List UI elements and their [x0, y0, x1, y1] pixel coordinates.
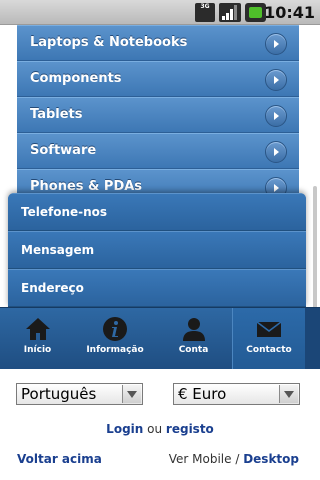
desktop-link[interactable]: Desktop [243, 452, 299, 466]
contact-item-phone[interactable]: Telefone-nos [8, 193, 306, 231]
mail-icon [256, 321, 282, 337]
category-item-software[interactable]: Software [17, 133, 299, 169]
view-mobile-text: Ver Mobile / [168, 452, 240, 466]
home-icon [25, 318, 50, 340]
chevron-down-icon [122, 385, 141, 403]
footer-links: Voltar acima Ver Mobile / Desktop [0, 452, 320, 468]
chevron-down-icon [279, 385, 298, 403]
chevron-right-icon [265, 33, 287, 55]
tab-bar-edge [305, 308, 320, 369]
clock: 10:41 [264, 3, 315, 22]
tab-label: Informação [86, 345, 144, 355]
tab-account[interactable]: Conta [155, 308, 232, 369]
back-to-top-link[interactable]: Voltar acima [17, 452, 102, 466]
category-label: Software [30, 143, 97, 158]
register-link[interactable]: registo [166, 422, 214, 436]
login-register-line: Login ou registo [0, 422, 320, 436]
language-select[interactable]: Português [16, 383, 143, 405]
login-link[interactable]: Login [106, 422, 143, 436]
tab-label: Contacto [246, 345, 292, 355]
network-3g-icon: 3G [195, 3, 215, 22]
tab-info[interactable]: Informação [75, 308, 155, 369]
currency-select-value: € Euro [178, 385, 227, 403]
user-icon [182, 318, 205, 341]
tab-label: Início [23, 345, 52, 355]
category-item-tablets[interactable]: Tablets [17, 97, 299, 133]
category-label: Tablets [30, 107, 83, 122]
tab-label: Conta [178, 345, 209, 355]
chevron-right-icon [265, 69, 287, 91]
category-label: Phones & PDAs [30, 179, 143, 194]
or-text: ou [147, 422, 163, 436]
category-item-components[interactable]: Components [17, 61, 299, 97]
view-mode-switch: Ver Mobile / Desktop [169, 452, 299, 466]
info-icon [103, 317, 127, 341]
contact-item-address[interactable]: Endereço [8, 269, 306, 307]
footer-selects: Português € Euro [0, 383, 320, 407]
contact-menu: Telefone-nos Mensagem Endereço [8, 193, 306, 307]
status-bar: 3G 10:41 [0, 0, 320, 25]
language-select-value: Português [21, 385, 97, 403]
tab-contact[interactable]: Contacto [232, 308, 305, 369]
category-item-laptops[interactable]: Laptops & Notebooks [17, 25, 299, 61]
bottom-tab-bar: Início Informação Conta Contacto [0, 307, 320, 369]
contact-item-message[interactable]: Mensagem [8, 231, 306, 269]
network-type-label: 3G [200, 3, 210, 10]
category-label: Laptops & Notebooks [30, 35, 188, 50]
currency-select[interactable]: € Euro [173, 383, 300, 405]
tab-home[interactable]: Início [0, 308, 75, 369]
chevron-right-icon [265, 105, 287, 127]
chevron-right-icon [265, 141, 287, 163]
battery-icon [245, 3, 266, 22]
signal-strength-icon [219, 3, 241, 22]
category-label: Components [30, 71, 122, 86]
category-list: Laptops & Notebooks Components Tablets S… [17, 25, 299, 205]
